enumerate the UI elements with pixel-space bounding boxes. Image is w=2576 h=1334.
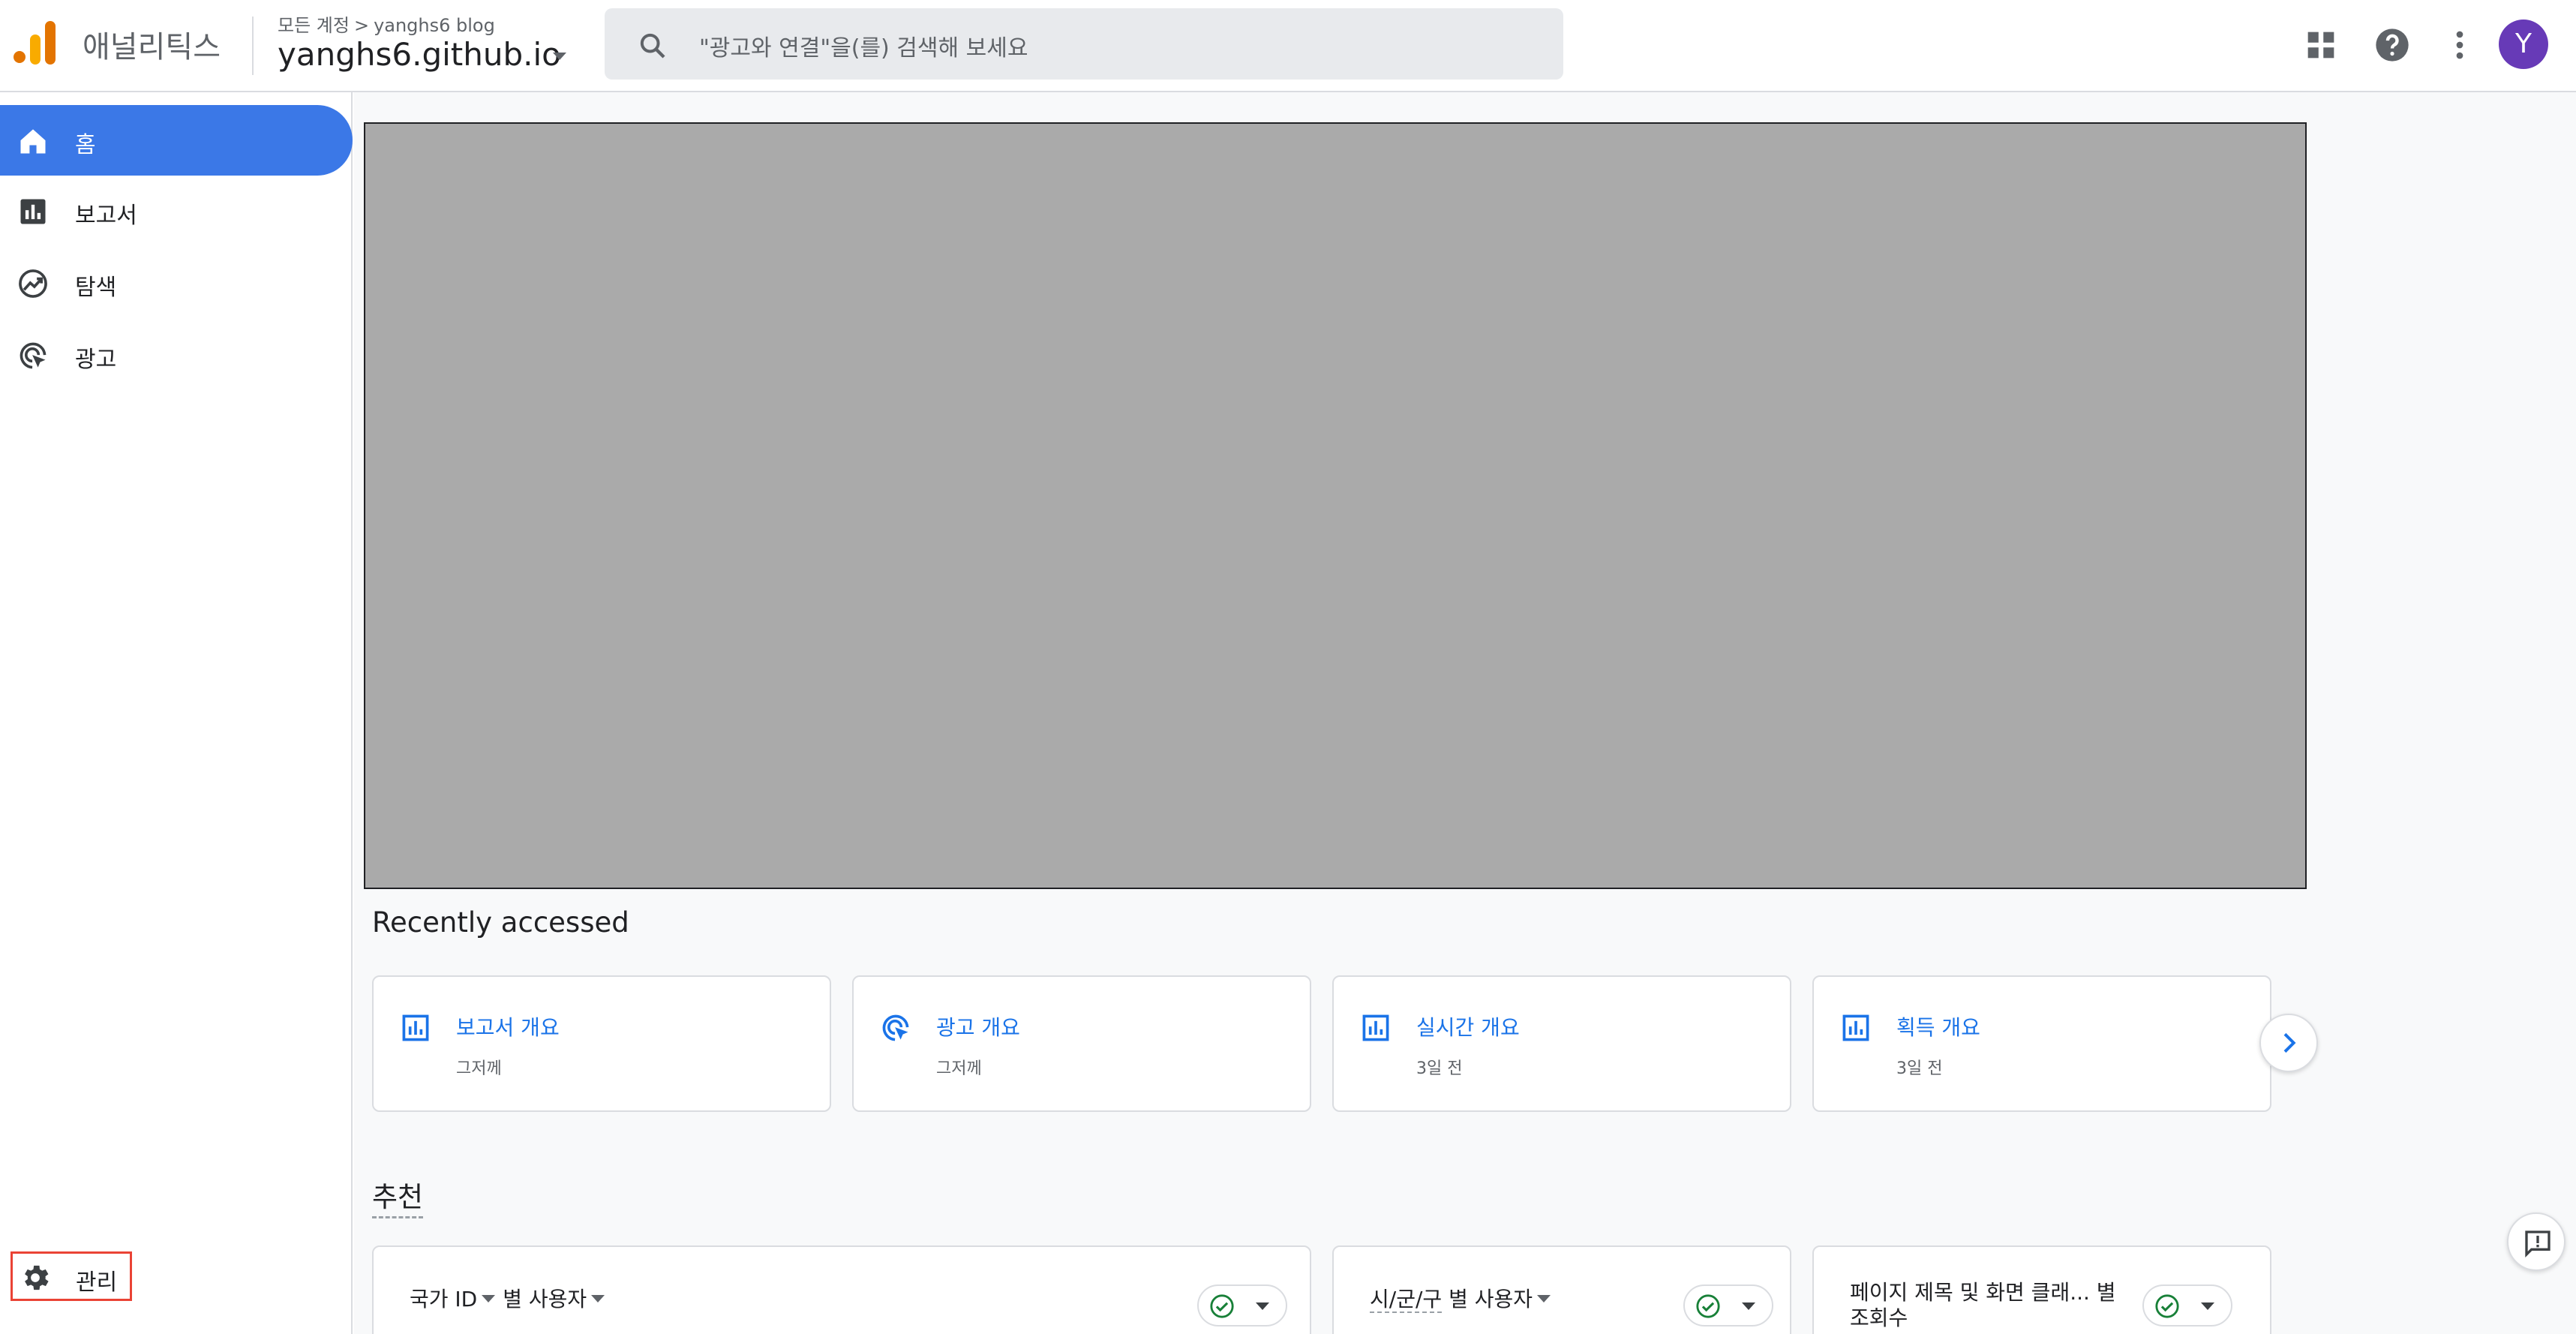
dimension-selector[interactable]: 시/군/구 — [1370, 1287, 1443, 1313]
status-menu[interactable] — [2142, 1284, 2232, 1326]
recent-card-time: 그저께 — [456, 1059, 502, 1078]
breadcrumb-separator: > — [353, 15, 370, 36]
sidebar-item-label: 홈 — [75, 132, 96, 158]
sidebar-item-label: 보고서 — [75, 203, 137, 229]
gear-icon — [25, 1265, 49, 1290]
chevron-down-icon[interactable] — [553, 53, 566, 60]
recent-card-title[interactable]: 획득 개요 — [1896, 1011, 1980, 1041]
recommendation-card[interactable]: 시/군/구 별 사용자 — [1332, 1245, 1791, 1334]
card-title: 국가 ID 별 사용자 — [410, 1283, 612, 1313]
chevron-right-icon — [2283, 1032, 2296, 1053]
sidebar-item-admin[interactable]: 관리 — [11, 1251, 132, 1301]
advertising-icon — [20, 342, 47, 369]
sidebar-item-label: 관리 — [76, 1269, 118, 1296]
main-content: Recently accessed 보고서 개요 그저께 광고 개요 그저께 실… — [354, 92, 2576, 1334]
more-vert-icon[interactable] — [2440, 26, 2479, 65]
bar-chart-icon — [1842, 1014, 1869, 1041]
chevron-down-icon[interactable] — [591, 1295, 605, 1302]
chevron-down-icon — [1742, 1302, 1755, 1310]
recent-card-title[interactable]: 실시간 개요 — [1416, 1011, 1520, 1041]
recent-card-time: 3일 전 — [1896, 1059, 1943, 1078]
search-icon — [640, 33, 665, 59]
apps-grid-icon[interactable] — [2301, 26, 2340, 65]
chevron-down-icon — [1256, 1302, 1269, 1310]
app-name[interactable]: 애널리틱스 — [83, 23, 221, 66]
help-icon[interactable] — [2373, 26, 2412, 65]
chevron-down-icon[interactable] — [1537, 1295, 1551, 1302]
recent-card[interactable]: 획득 개요 3일 전 — [1812, 975, 2271, 1112]
check-circle-icon — [1210, 1294, 1234, 1318]
chevron-down-icon — [2201, 1302, 2214, 1310]
analytics-logo-icon[interactable] — [14, 21, 59, 68]
recent-card[interactable]: 실시간 개요 3일 전 — [1332, 975, 1791, 1112]
reports-icon — [20, 199, 46, 224]
top-bar: 애널리틱스 모든 계정 > yanghs6 blog yanghs6.github.… — [0, 0, 2576, 92]
breadcrumb[interactable]: 모든 계정 > yanghs6 blog — [278, 11, 495, 37]
card-title: 시/군/구 별 사용자 — [1370, 1283, 1558, 1313]
recent-card[interactable]: 보고서 개요 그저께 — [372, 975, 831, 1112]
feedback-icon — [2525, 1230, 2550, 1258]
bar-chart-icon — [402, 1014, 429, 1041]
recently-accessed-title: Recently accessed — [372, 906, 629, 939]
feedback-button[interactable] — [2507, 1212, 2565, 1271]
recommendation-card[interactable]: 페이지 제목 및 화면 클래... 별 조회수 — [1812, 1245, 2271, 1334]
metric-selector[interactable]: 별 사용자 — [503, 1287, 587, 1311]
sidebar-item-advertising[interactable]: 광고 — [0, 320, 353, 390]
search-input[interactable]: "광고와 연결"을(를) 검색해 보세요 — [699, 29, 1028, 62]
check-circle-icon — [2155, 1294, 2179, 1318]
explore-icon — [19, 269, 47, 298]
advertising-icon — [882, 1014, 909, 1041]
avatar[interactable]: Y — [2499, 20, 2548, 69]
recent-card[interactable]: 광고 개요 그저께 — [852, 975, 1311, 1112]
recommended-title[interactable]: 추천 — [372, 1174, 424, 1218]
status-menu[interactable] — [1197, 1284, 1287, 1326]
metric-selector[interactable]: 별 사용자 — [1449, 1287, 1533, 1311]
card-title: 페이지 제목 및 화면 클래... 별 조회수 — [1850, 1280, 2116, 1330]
property-selector[interactable]: yanghs6.github.io — [278, 36, 561, 73]
sidebar-item-label: 광고 — [75, 347, 117, 373]
recent-card-time: 그저께 — [936, 1059, 982, 1078]
sidebar-item-label: 탐색 — [75, 275, 117, 301]
check-circle-icon — [1696, 1294, 1720, 1318]
breadcrumb-parent[interactable]: 모든 계정 — [278, 15, 350, 36]
chevron-down-icon[interactable] — [482, 1295, 496, 1302]
sidebar-item-explore[interactable]: 탐색 — [0, 248, 353, 318]
recent-card-title[interactable]: 보고서 개요 — [456, 1011, 560, 1041]
recent-card-title[interactable]: 광고 개요 — [936, 1011, 1020, 1041]
header-divider — [252, 17, 254, 75]
home-icon — [20, 129, 46, 154]
breadcrumb-current[interactable]: yanghs6 blog — [374, 15, 495, 36]
recent-card-time: 3일 전 — [1416, 1059, 1463, 1078]
recommendation-card[interactable]: 국가 ID 별 사용자 — [372, 1245, 1311, 1334]
search-bar[interactable]: "광고와 연결"을(를) 검색해 보세요 — [605, 8, 1563, 80]
next-button[interactable] — [2259, 1014, 2318, 1072]
redacted-content-area — [364, 122, 2307, 889]
dimension-selector[interactable]: 국가 ID — [410, 1287, 477, 1311]
bar-chart-icon — [1362, 1014, 1389, 1041]
status-menu[interactable] — [1683, 1284, 1773, 1326]
sidebar-item-reports[interactable]: 보고서 — [0, 176, 353, 246]
sidebar-item-home[interactable]: 홈 — [0, 105, 353, 176]
sidebar: 홈 보고서 탐색 광고 관리 — [0, 92, 353, 1334]
